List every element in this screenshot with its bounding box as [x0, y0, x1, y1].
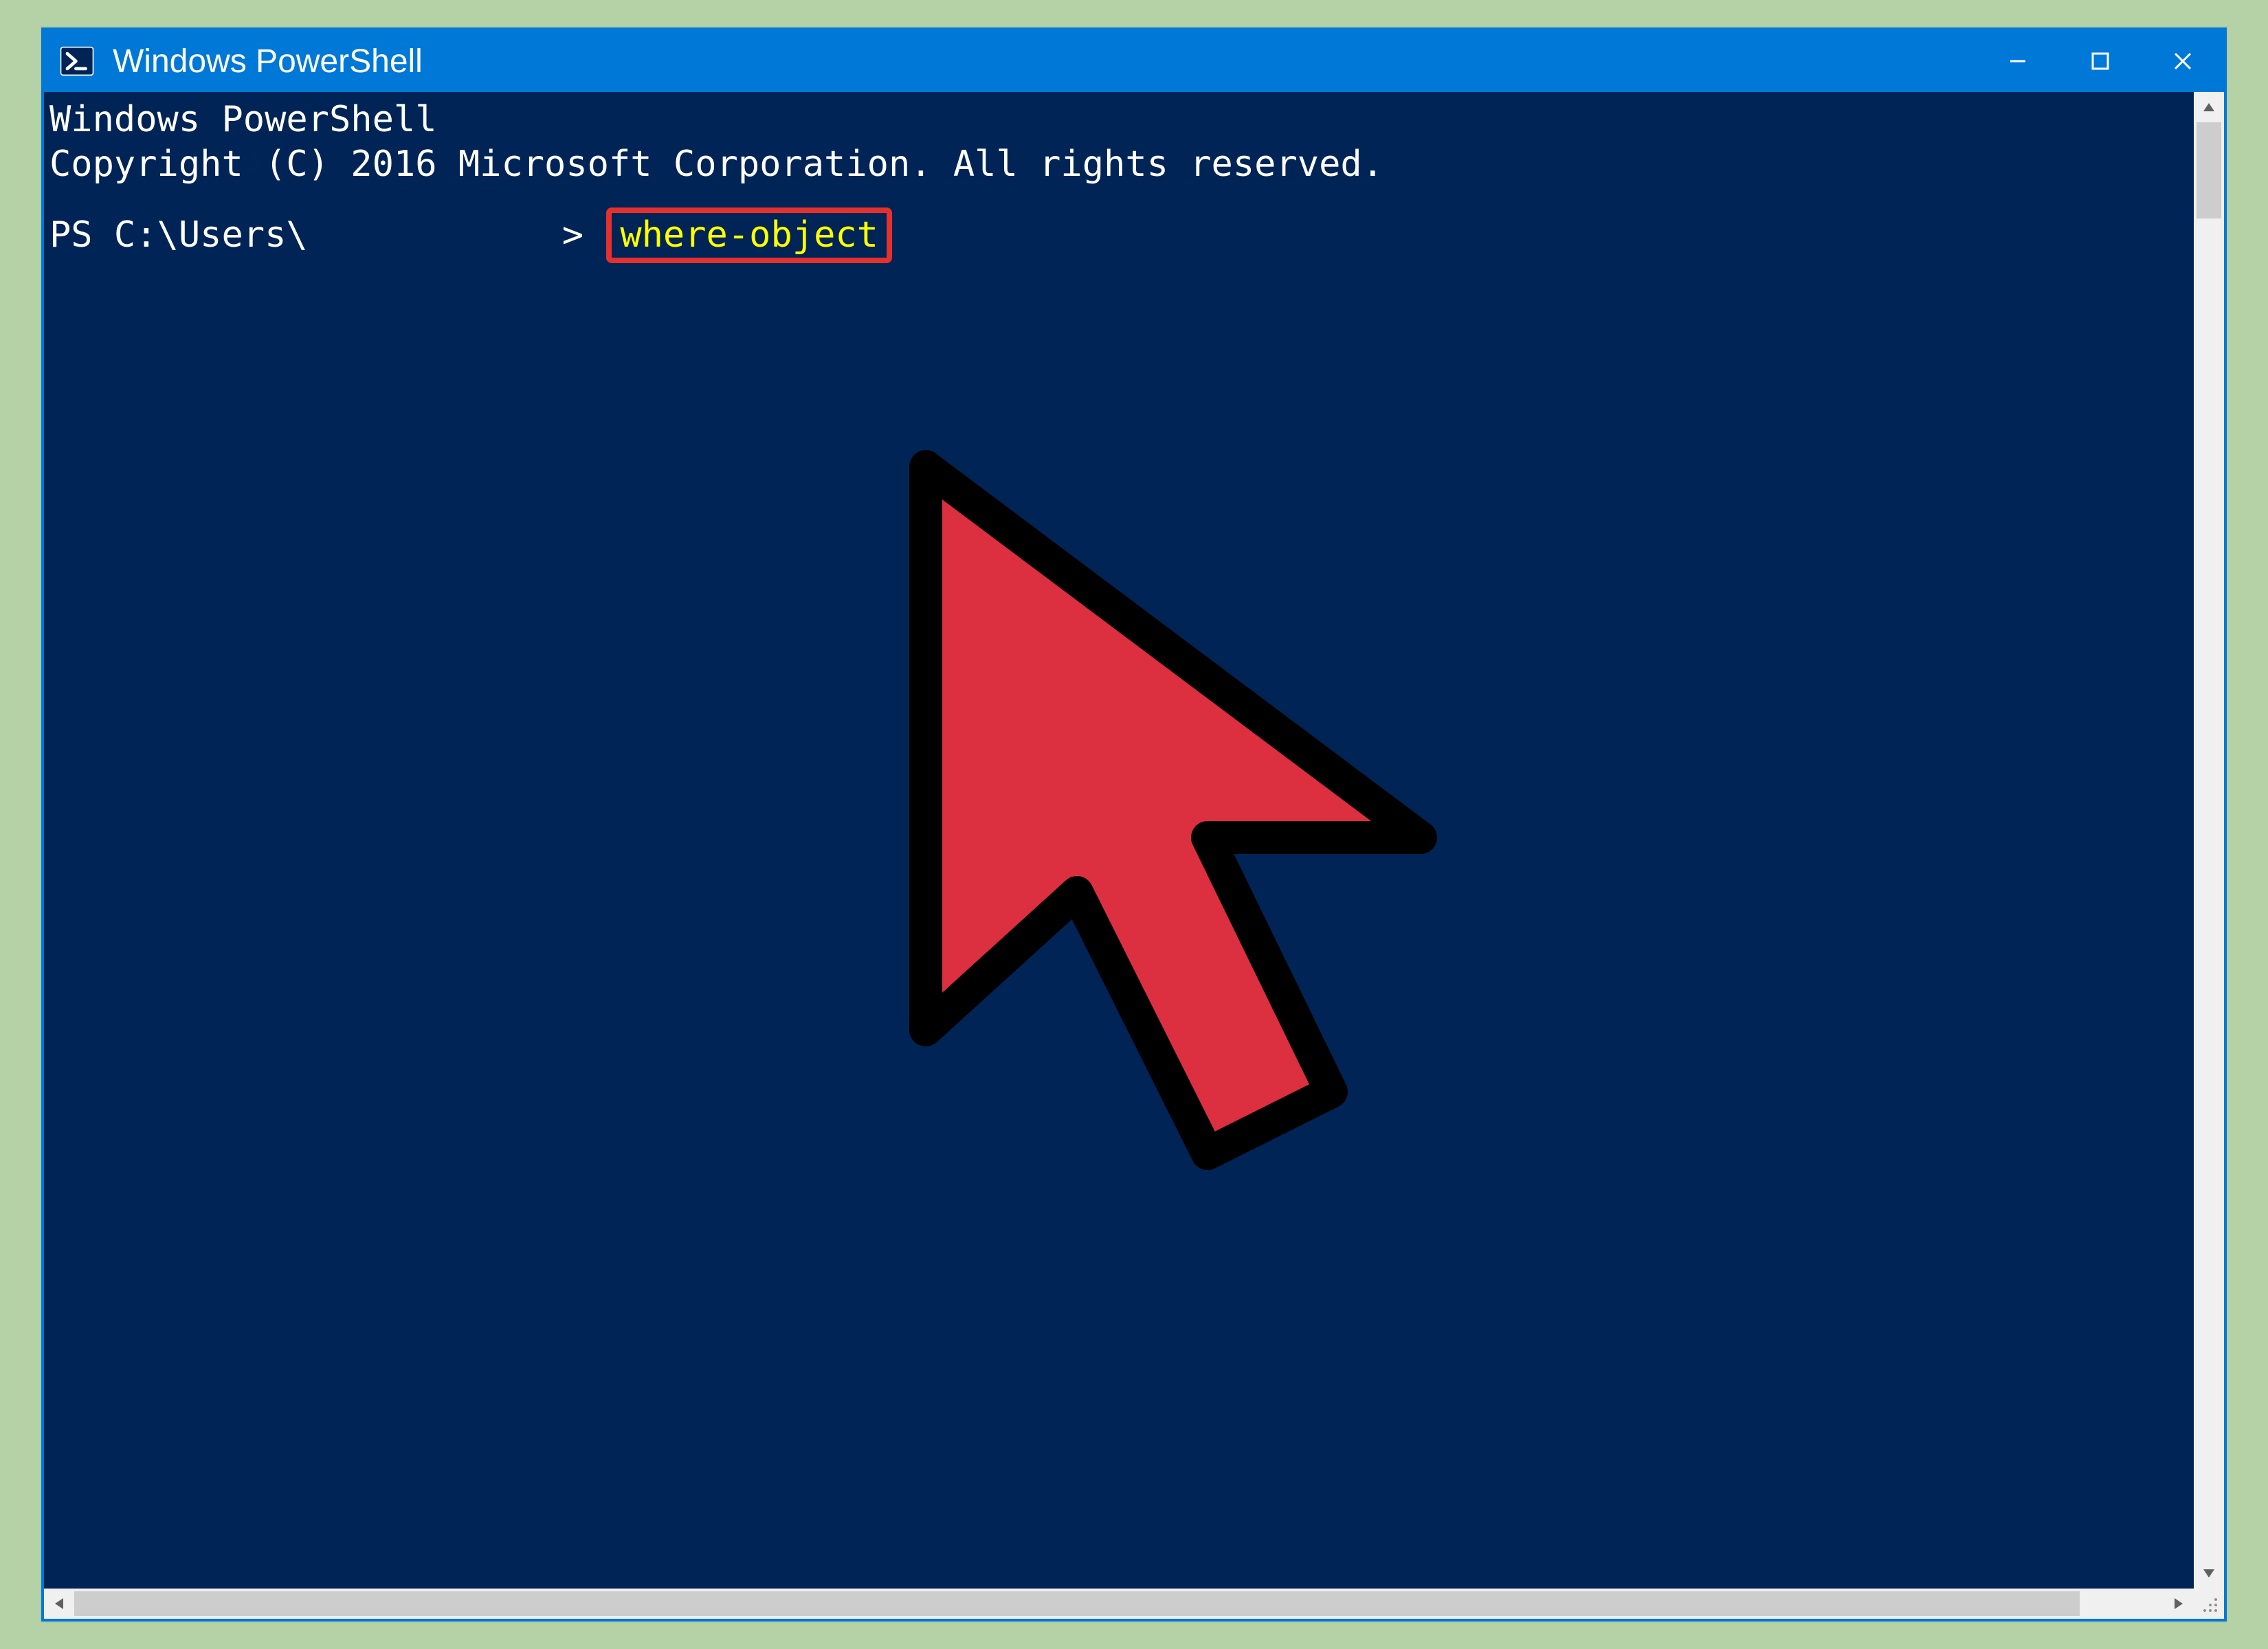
terminal-header-line1: Windows PowerShell	[49, 99, 437, 140]
terminal-output[interactable]: Windows PowerShell Copyright (C) 2016 Mi…	[44, 92, 2194, 1589]
minimize-button[interactable]	[1977, 30, 2059, 92]
horizontal-scrollbar[interactable]	[44, 1589, 2224, 1619]
scroll-up-button[interactable]	[2194, 92, 2224, 122]
resize-grip[interactable]	[2194, 1589, 2224, 1619]
horizontal-scroll-track[interactable]	[74, 1589, 2164, 1619]
prompt-line: PS C:\Users\ > where-object	[49, 207, 892, 263]
scroll-down-button[interactable]	[2194, 1558, 2224, 1589]
prompt-prefix: PS C:\Users\	[49, 214, 308, 256]
vertical-scroll-track[interactable]	[2194, 122, 2224, 1558]
scroll-right-button[interactable]	[2164, 1589, 2194, 1619]
scroll-left-button[interactable]	[44, 1589, 74, 1619]
window-controls	[1977, 30, 2224, 92]
powershell-window: Windows PowerShell Windows PowerShell Co…	[41, 27, 2227, 1622]
client-area: Windows PowerShell Copyright (C) 2016 Mi…	[44, 92, 2224, 1619]
terminal-header-line2: Copyright (C) 2016 Microsoft Corporation…	[49, 144, 1383, 185]
maximize-button[interactable]	[2059, 30, 2142, 92]
prompt-suffix: >	[562, 214, 583, 256]
vertical-scrollbar[interactable]	[2194, 92, 2224, 1589]
redacted-username	[308, 222, 562, 252]
command-highlight-box: where-object	[606, 207, 892, 263]
window-title: Windows PowerShell	[113, 43, 1977, 80]
horizontal-scroll-thumb[interactable]	[74, 1591, 2080, 1616]
close-button[interactable]	[2142, 30, 2224, 92]
terminal-row: Windows PowerShell Copyright (C) 2016 Mi…	[44, 92, 2224, 1589]
powershell-icon	[58, 42, 96, 80]
vertical-scroll-thumb[interactable]	[2197, 122, 2221, 218]
titlebar[interactable]: Windows PowerShell	[44, 30, 2224, 92]
command-text: where-object	[620, 214, 878, 256]
annotation-cursor-icon	[642, 394, 1544, 1319]
